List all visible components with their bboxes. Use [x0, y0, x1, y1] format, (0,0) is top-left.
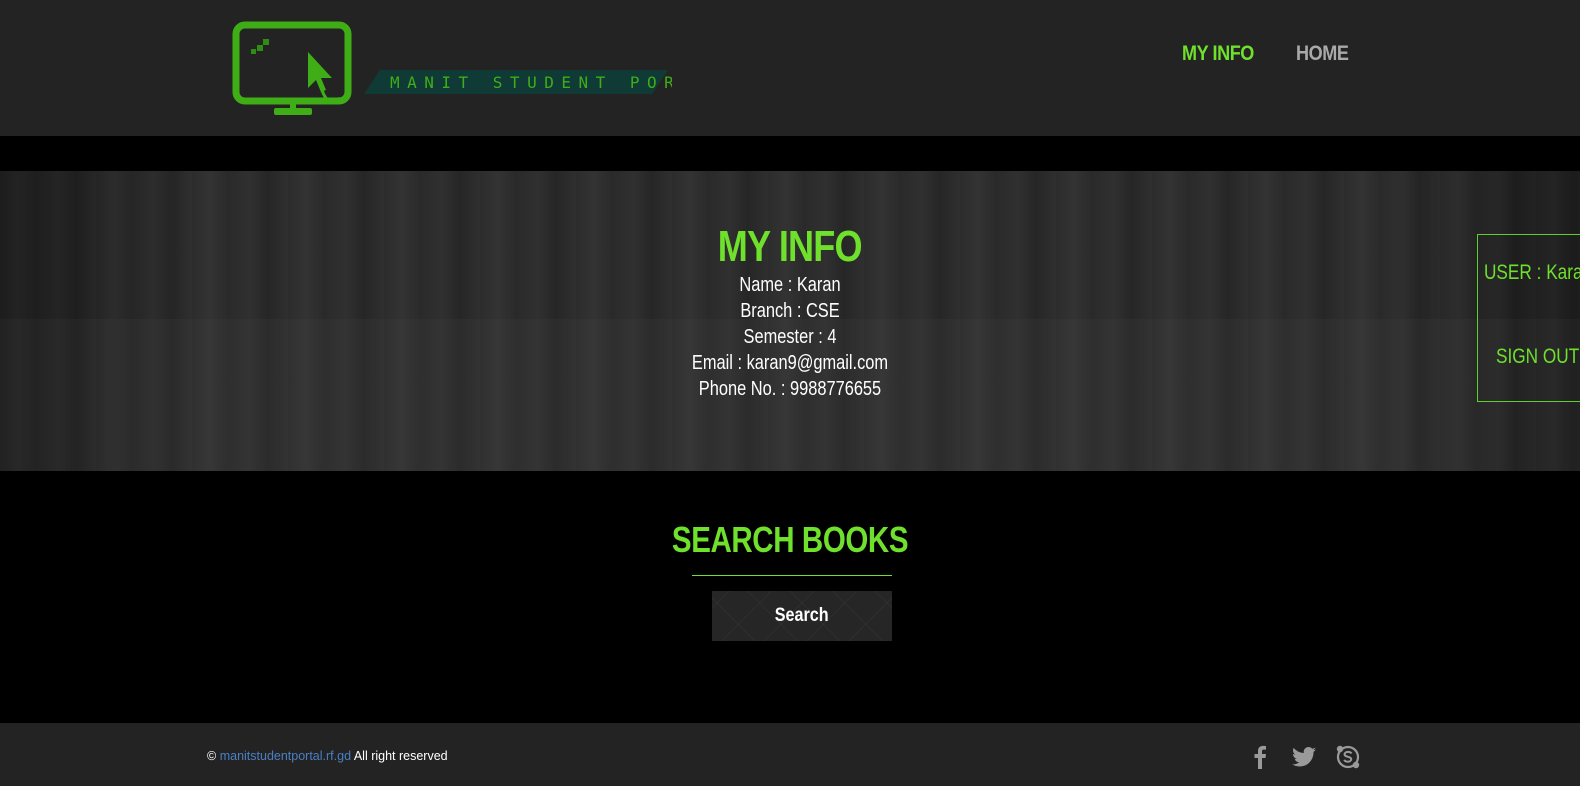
info-phone: Phone No. : 9988776655	[698, 378, 882, 400]
user-label: USER : Karan	[1484, 261, 1580, 284]
skype-icon[interactable]	[1334, 744, 1362, 770]
twitter-icon[interactable]	[1290, 744, 1318, 770]
info-semester: Semester : 4	[743, 326, 837, 348]
search-books-section: SEARCH BOOKS	[0, 519, 1580, 561]
monitor-cursor-logo-icon: MANIT STUDENT PORTAL	[232, 21, 672, 115]
info-branch: Branch : CSE	[740, 300, 840, 322]
site-footer: © manitstudentportal.rf.gd All right res…	[0, 723, 1580, 786]
site-logo[interactable]: MANIT STUDENT PORTAL	[232, 20, 672, 120]
copyright: © manitstudentportal.rf.gd All right res…	[207, 749, 448, 763]
info-name: Name : Karan	[739, 274, 841, 296]
copyright-symbol: ©	[207, 749, 217, 763]
nav-home[interactable]: HOME	[1296, 42, 1349, 66]
info-email: Email : karan9@gmail.com	[691, 352, 889, 374]
main-nav: MY INFO HOME	[1182, 42, 1357, 66]
sign-out-link[interactable]: SIGN OUT	[1496, 345, 1579, 369]
search-books-title: SEARCH BOOKS	[671, 519, 909, 560]
my-info-title: MY INFO	[718, 222, 863, 271]
title-divider	[692, 575, 892, 576]
my-info-section: MY INFO Name : Karan Branch : CSE Semest…	[0, 222, 1580, 402]
user-panel: USER : Karan SIGN OUT	[1477, 234, 1580, 402]
site-header: MANIT STUDENT PORTAL MY INFO HOME	[0, 0, 1580, 136]
site-link[interactable]: manitstudentportal.rf.gd	[220, 749, 351, 763]
search-button-label: Search	[775, 605, 829, 626]
nav-my-info[interactable]: MY INFO	[1182, 42, 1254, 66]
logo-text: MANIT STUDENT PORTAL	[390, 73, 672, 92]
rights-text: All right reserved	[353, 749, 448, 763]
facebook-icon[interactable]	[1246, 744, 1274, 770]
social-links	[1246, 744, 1362, 770]
search-button[interactable]: Search	[712, 591, 892, 641]
